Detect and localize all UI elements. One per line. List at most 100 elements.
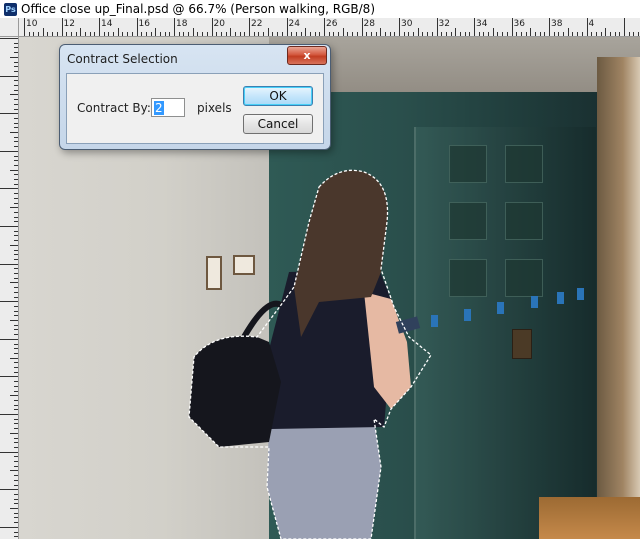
ruler-tick [10, 94, 18, 96]
ruler-tick [0, 451, 18, 453]
dialog-titlebar[interactable]: Contract Selection x [60, 45, 330, 71]
ruler-tick [14, 287, 18, 289]
ruler-tick [24, 18, 25, 36]
ruler-tick [619, 32, 621, 36]
ruler-tick [14, 362, 18, 364]
ruler-tick [14, 371, 18, 373]
ruler-tick [394, 32, 396, 36]
ruler-tick [14, 70, 18, 72]
ruler-label: 24 [288, 19, 300, 29]
ruler-label: 22 [251, 19, 263, 29]
ruler-tick [211, 18, 213, 36]
ruler-tick [0, 526, 18, 528]
ruler-tick [136, 18, 138, 36]
ruler-tick [14, 536, 18, 538]
ruler-tick [230, 28, 232, 36]
ruler-tick [14, 99, 18, 101]
horizontal-ruler[interactable]: 10 12 14 16 18 20 22 24 26 28 30 32 34 36 38 4 [18, 18, 640, 37]
ruler-tick [103, 32, 105, 36]
document-tab[interactable]: Ps Office close up_Final.psd @ 66.7% (Pe… [0, 0, 640, 18]
ruler-tick [150, 32, 152, 36]
ruler-tick [14, 146, 18, 148]
ruler-tick [258, 32, 260, 36]
cancel-button[interactable]: Cancel [243, 114, 313, 134]
ruler-tick [586, 18, 588, 36]
ruler-origin[interactable] [0, 18, 19, 37]
ruler-tick [488, 32, 490, 36]
ruler-tick [14, 367, 18, 368]
contract-selection-dialog[interactable]: Contract Selection x Contract By: 2 pixe… [59, 44, 331, 150]
ruler-tick [347, 32, 349, 36]
ruler-tick [506, 32, 508, 36]
ruler-tick [169, 32, 171, 36]
ruler-tick [267, 28, 269, 36]
ruler-tick [14, 197, 18, 199]
ruler-tick [459, 32, 461, 36]
ruler-label: 36 [513, 19, 525, 29]
ruler-tick [427, 32, 429, 36]
ruler-tick [10, 357, 18, 359]
ruler-tick [600, 32, 602, 36]
ruler-tick [0, 376, 18, 378]
ruler-tick [309, 32, 311, 36]
ruler-tick [10, 56, 18, 58]
ruler-tick [14, 390, 18, 392]
ruler-tick [52, 32, 54, 36]
ruler-label: 26 [326, 19, 338, 29]
ruler-tick [324, 18, 325, 36]
ruler-tick [141, 32, 143, 36]
ruler-tick [497, 32, 499, 36]
ruler-tick [563, 32, 565, 36]
ruler-tick [174, 18, 175, 36]
ruler-tick [319, 32, 321, 36]
ruler-tick [108, 32, 110, 36]
ruler-tick [38, 32, 40, 36]
ruler-tick [28, 32, 30, 36]
ruler-tick [464, 32, 466, 36]
ruler-tick [539, 32, 541, 36]
ruler-tick [84, 32, 86, 36]
ok-button[interactable]: OK [243, 86, 313, 106]
ruler-tick [14, 409, 18, 411]
ruler-tick [14, 475, 18, 477]
ruler-tick [375, 32, 377, 36]
ruler-tick [520, 32, 522, 36]
ruler-tick [0, 113, 18, 115]
ruler-tick [370, 32, 372, 36]
ruler-tick [249, 18, 250, 36]
ruler-tick [14, 399, 18, 401]
ruler-tick [549, 18, 550, 36]
ruler-tick [75, 32, 77, 36]
ruler-tick [164, 32, 166, 36]
ruler-tick [14, 117, 18, 119]
ruler-label: 12 [63, 19, 75, 29]
ruler-tick [399, 18, 400, 36]
ruler-tick [14, 258, 18, 260]
ruler-tick [47, 32, 49, 36]
ruler-tick [197, 32, 199, 36]
ruler-label: 14 [101, 19, 113, 29]
ruler-tick [0, 226, 18, 227]
ruler-label: 34 [476, 19, 488, 29]
ruler-tick [14, 315, 18, 317]
close-button[interactable]: x [287, 46, 327, 65]
ruler-label: 20 [213, 19, 225, 29]
contract-by-input[interactable]: 2 [151, 98, 185, 117]
ruler-tick [624, 18, 625, 36]
ruler-tick [14, 202, 18, 204]
ruler-tick [0, 263, 18, 265]
ruler-tick [14, 249, 18, 251]
ruler-tick [361, 18, 363, 36]
ruler-tick [295, 32, 297, 36]
ruler-tick [469, 32, 471, 36]
vertical-ruler[interactable] [0, 18, 19, 539]
ruler-tick [14, 531, 18, 533]
ruler-tick [384, 32, 386, 36]
ruler-tick [61, 18, 63, 36]
ruler-tick [14, 329, 18, 331]
ruler-tick [220, 32, 222, 36]
ruler-tick [0, 75, 18, 77]
ruler-tick [511, 18, 513, 36]
ruler-tick [117, 28, 119, 36]
ruler-tick [253, 32, 255, 36]
